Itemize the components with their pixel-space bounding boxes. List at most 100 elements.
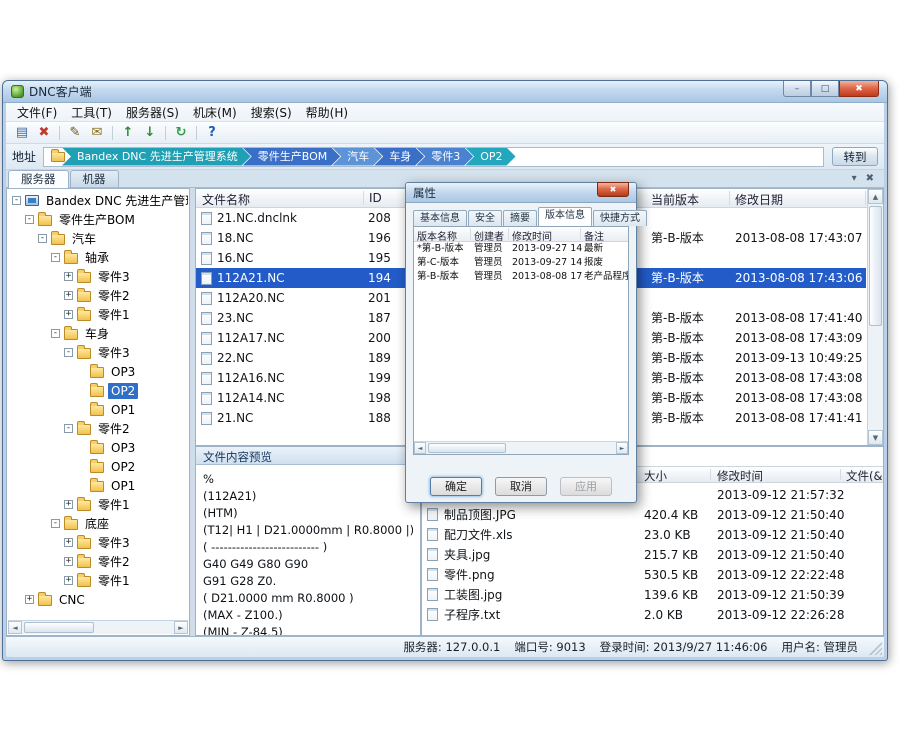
column-header-id[interactable]: ID: [369, 191, 382, 205]
maximize-button[interactable]: □: [811, 81, 839, 97]
scroll-left-icon[interactable]: ◄: [8, 621, 22, 634]
column-header-version-name[interactable]: 版本名称: [417, 228, 457, 243]
menu-item[interactable]: 机床(M): [186, 103, 244, 122]
tree-node[interactable]: OP3: [8, 362, 188, 381]
column-header-date[interactable]: 修改日期: [735, 191, 783, 208]
tree-expand-toggle[interactable]: [64, 424, 73, 433]
dialog-title-bar[interactable]: 属性 ✖: [406, 183, 636, 203]
column-header-size[interactable]: 大小: [644, 468, 667, 484]
tree-node[interactable]: OP2: [8, 457, 188, 476]
tree-expand-toggle[interactable]: [64, 576, 73, 585]
refresh-icon[interactable]: ↻: [171, 124, 191, 142]
tree-node[interactable]: 零件3: [8, 267, 188, 286]
column-header-creator[interactable]: 创建者: [474, 228, 504, 243]
new-file-icon[interactable]: ▤: [12, 124, 32, 142]
menu-item[interactable]: 文件(F): [10, 103, 64, 122]
tree-expand-toggle[interactable]: [25, 215, 34, 224]
help-icon[interactable]: ?: [202, 124, 222, 142]
tree-node-label[interactable]: OP2: [108, 383, 138, 399]
tree-expand-toggle[interactable]: [12, 196, 21, 205]
send-icon[interactable]: ✉: [87, 124, 107, 142]
tree-expand-toggle[interactable]: [64, 310, 73, 319]
tree-node[interactable]: 零件2: [8, 552, 188, 571]
tree-node[interactable]: Bandex DNC 先进生产管理系统: [8, 191, 188, 210]
attachment-row[interactable]: 零件.png 530.5 KB 2013-09-12 22:22:48: [422, 565, 883, 585]
tree-node-label[interactable]: 零件2: [95, 552, 133, 571]
tree-node[interactable]: 汽车: [8, 229, 188, 248]
scrollbar-thumb[interactable]: [869, 206, 882, 326]
tree-expand-toggle[interactable]: [64, 348, 73, 357]
tree-expand-toggle[interactable]: [51, 519, 60, 528]
tree-horizontal-scrollbar[interactable]: ◄ ►: [8, 620, 188, 634]
tree-node-label[interactable]: CNC: [56, 592, 88, 608]
tree-node-label[interactable]: 零件生产BOM: [56, 210, 138, 229]
delete-icon[interactable]: ✖: [34, 124, 54, 142]
breadcrumb-item[interactable]: Bandex DNC 先进生产管理系统: [62, 148, 251, 166]
tree-expand-toggle[interactable]: [38, 234, 47, 243]
tree-node[interactable]: 零件1: [8, 305, 188, 324]
tree-node-label[interactable]: OP1: [108, 478, 138, 494]
attachment-row[interactable]: 子程序.txt 2.0 KB 2013-09-12 22:26:28: [422, 605, 883, 625]
tree-node-label[interactable]: OP2: [108, 459, 138, 475]
dialog-tab-basic-info[interactable]: 基本信息: [413, 210, 467, 226]
version-row[interactable]: *第-B-版本 管理员 2013-09-27 14:... 最新: [414, 242, 628, 256]
tree-expand-toggle[interactable]: [64, 291, 73, 300]
dialog-horizontal-scrollbar[interactable]: ◄ ►: [414, 441, 628, 454]
tree-node-label[interactable]: Bandex DNC 先进生产管理系统: [43, 191, 188, 210]
tree-node-label[interactable]: 汽车: [69, 229, 99, 248]
scrollbar-thumb[interactable]: [24, 622, 94, 633]
tree-node-label[interactable]: 轴承: [82, 248, 112, 267]
tree-node-label[interactable]: OP3: [108, 364, 138, 380]
attachment-row[interactable]: 夹具.jpg 215.7 KB 2013-09-12 21:50:40: [422, 545, 883, 565]
tree-expand-toggle[interactable]: [64, 538, 73, 547]
menu-item[interactable]: 帮助(H): [299, 103, 355, 122]
breadcrumb-item[interactable]: 零件生产BOM: [243, 148, 341, 166]
tree-node[interactable]: 零件2: [8, 419, 188, 438]
resize-grip[interactable]: [869, 642, 882, 655]
close-button[interactable]: ✖: [839, 81, 879, 97]
minimize-button[interactable]: –: [783, 81, 811, 97]
tree-node[interactable]: 零件1: [8, 571, 188, 590]
scroll-right-icon[interactable]: ►: [174, 621, 188, 634]
menu-item[interactable]: 搜索(S): [244, 103, 299, 122]
column-header-modified[interactable]: 修改时间: [717, 468, 763, 484]
title-bar[interactable]: DNC客户端 – □ ✖: [3, 81, 887, 103]
tree-node-label[interactable]: OP1: [108, 402, 138, 418]
column-header-file[interactable]: 文件(&: [846, 468, 882, 484]
scrollbar-thumb[interactable]: [428, 443, 506, 453]
tree-node[interactable]: OP1: [8, 476, 188, 495]
cancel-button[interactable]: 取消: [495, 477, 547, 496]
tab-servers[interactable]: 服务器: [8, 170, 69, 188]
tree-node[interactable]: 零件2: [8, 286, 188, 305]
tab-machines[interactable]: 机器: [70, 170, 119, 187]
dialog-tab-shortcut[interactable]: 快捷方式: [593, 210, 647, 226]
tree-node[interactable]: 轴承: [8, 248, 188, 267]
ok-button[interactable]: 确定: [430, 477, 482, 496]
tree-node-label[interactable]: 零件2: [95, 419, 133, 438]
tree-node-label[interactable]: 零件1: [95, 571, 133, 590]
tree-node-label[interactable]: 底座: [82, 514, 112, 533]
attachment-row[interactable]: 工装图.jpg 139.6 KB 2013-09-12 21:50:39: [422, 585, 883, 605]
scroll-up-icon[interactable]: ▲: [868, 189, 883, 204]
tree-node[interactable]: 零件3: [8, 343, 188, 362]
download-icon[interactable]: ↓: [140, 124, 160, 142]
tree-node[interactable]: CNC: [8, 590, 188, 609]
go-button[interactable]: 转到: [832, 147, 878, 166]
tree-expand-toggle[interactable]: [25, 595, 34, 604]
tree-expand-toggle[interactable]: [51, 253, 60, 262]
tree-node[interactable]: 底座: [8, 514, 188, 533]
breadcrumb-item[interactable]: 零件3: [416, 148, 473, 166]
column-header-modified-time[interactable]: 修改时间: [512, 228, 552, 243]
attachment-row[interactable]: 配刀文件.xls 23.0 KB 2013-09-12 21:50:40: [422, 525, 883, 545]
column-header-name[interactable]: 文件名称: [202, 191, 250, 208]
tree-node-label[interactable]: 零件3: [95, 267, 133, 286]
tree-node-label[interactable]: 零件1: [95, 495, 133, 514]
tree-node[interactable]: 零件生产BOM: [8, 210, 188, 229]
tree-node-label[interactable]: 零件2: [95, 286, 133, 305]
tree-node[interactable]: 车身: [8, 324, 188, 343]
tree-node-label[interactable]: 零件3: [95, 343, 133, 362]
upload-icon[interactable]: ↑: [118, 124, 138, 142]
version-row[interactable]: 第-B-版本 管理员 2013-08-08 17:... 老产品程序: [414, 270, 628, 284]
tree-node-label[interactable]: 车身: [82, 324, 112, 343]
tree-expand-toggle[interactable]: [64, 557, 73, 566]
